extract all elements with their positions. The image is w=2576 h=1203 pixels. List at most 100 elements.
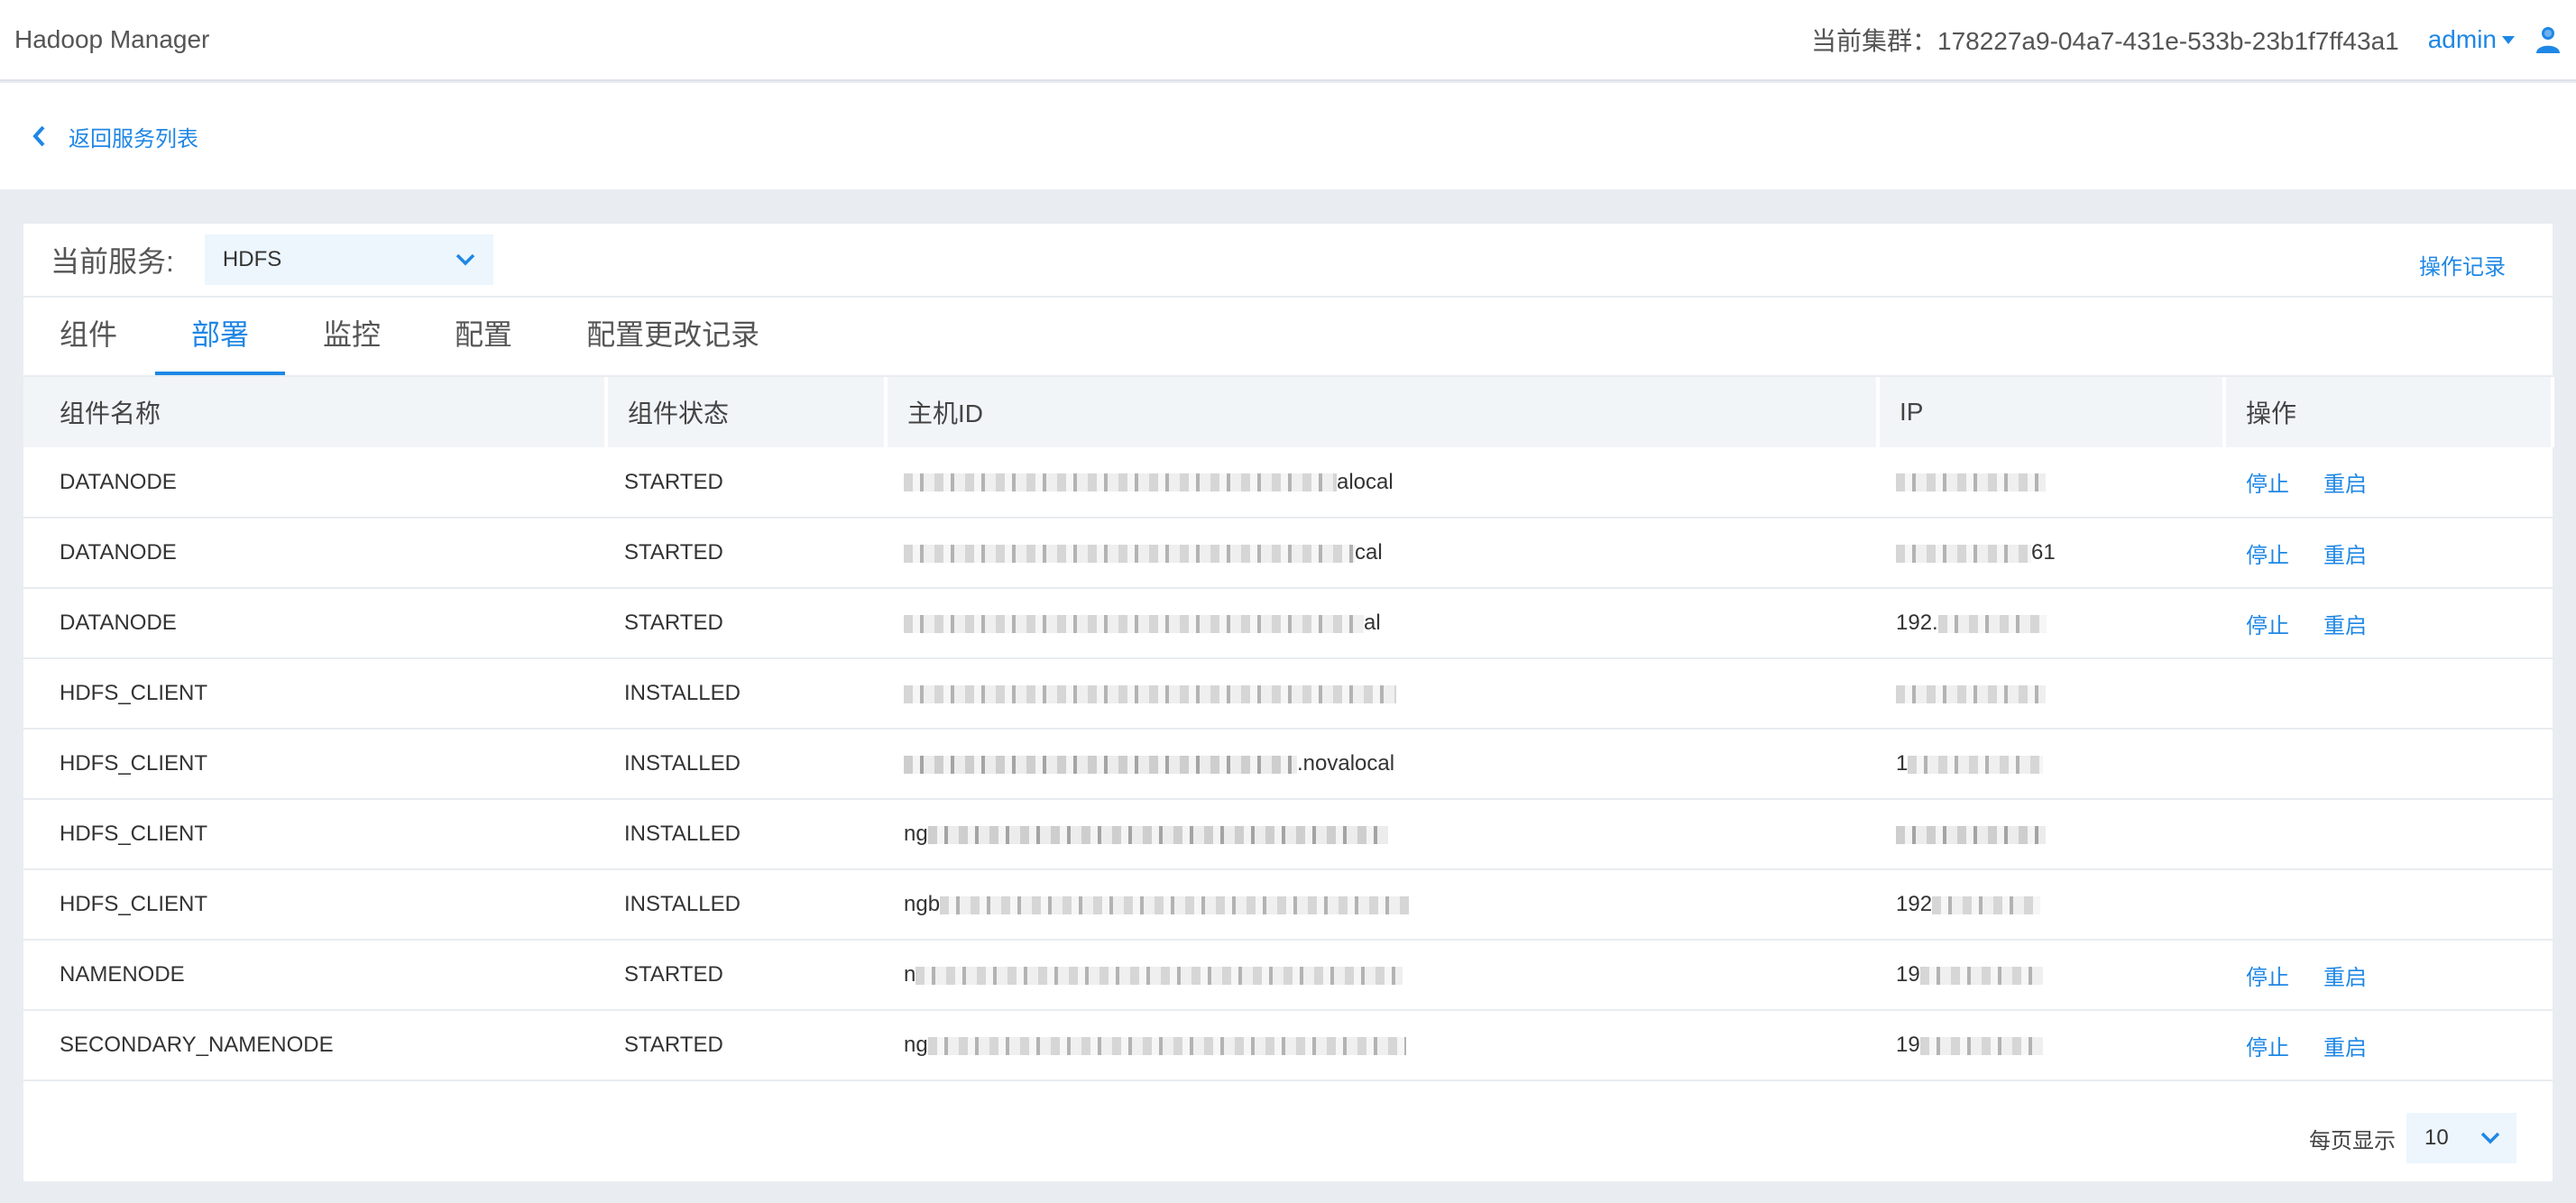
col-header-component-status: 组件状态 <box>606 377 888 447</box>
restart-button[interactable]: 重启 <box>2323 473 2367 497</box>
redacted-ip <box>1919 966 2043 985</box>
redacted-host <box>940 895 1410 914</box>
operation-log-link[interactable]: 操作记录 <box>2419 249 2506 280</box>
redacted-host <box>915 966 1403 985</box>
ip-address <box>1878 658 2224 730</box>
table-row: DATANODE STARTED cal 61 停止 重启 <box>23 518 2553 589</box>
component-status: STARTED <box>606 1010 886 1081</box>
back-label: 返回服务列表 <box>69 126 198 152</box>
host-id: ngb <box>886 869 1878 941</box>
redacted-ip <box>1932 895 2041 914</box>
tab-config-history[interactable]: 配置更改记录 <box>586 312 759 375</box>
component-status: INSTALLED <box>606 729 886 800</box>
col-header-actions: 操作 <box>2224 377 2554 447</box>
tab-config[interactable]: 配置 <box>455 312 512 375</box>
top-bar: Hadoop Manager 当前集群：178227a9-04a7-431e-5… <box>0 0 2576 81</box>
table-row: DATANODE STARTED alocal 停止 重启 <box>23 447 2553 519</box>
redacted-ip <box>1919 1036 2043 1055</box>
host-id <box>886 658 1878 730</box>
row-actions: 停止 重启 <box>2224 588 2553 659</box>
redacted-host <box>904 544 1355 563</box>
page-size-select[interactable]: 10 <box>2406 1113 2516 1163</box>
ip-address: 19 <box>1878 1010 2224 1081</box>
component-status: STARTED <box>606 940 886 1011</box>
table-row: HDFS_CLIENT INSTALLED .novalocal 1 <box>23 729 2553 800</box>
tab-components[interactable]: 组件 <box>60 312 117 375</box>
table-row: HDFS_CLIENT INSTALLED ngb 192 <box>23 869 2553 941</box>
redacted-ip <box>1896 825 2046 844</box>
service-select[interactable]: HDFS <box>204 234 493 285</box>
chevron-left-icon <box>32 125 45 147</box>
component-name: HDFS_CLIENT <box>23 869 606 941</box>
table-row: SECONDARY_NAMENODE STARTED ng 19 停止 重启 <box>23 1010 2553 1081</box>
restart-button[interactable]: 重启 <box>2323 544 2367 568</box>
host-id: ng <box>886 799 1878 870</box>
redacted-host <box>904 614 1364 633</box>
table-row: NAMENODE STARTED n 19 停止 重启 <box>23 940 2553 1011</box>
row-actions: 停止 重启 <box>2224 518 2553 589</box>
row-actions <box>2224 869 2553 941</box>
ip-address: 1 <box>1878 729 2224 800</box>
redacted-host <box>927 1036 1406 1055</box>
component-name: SECONDARY_NAMENODE <box>23 1010 606 1081</box>
redacted-host <box>904 755 1297 774</box>
page-size-label: 每页显示 <box>2309 1128 2396 1153</box>
current-service-label: 当前服务: <box>51 245 174 278</box>
component-name: HDFS_CLIENT <box>23 729 606 800</box>
user-menu[interactable]: admin <box>2428 25 2515 54</box>
deployment-table: 组件名称 组件状态 主机ID IP 操作 DATANODE STARTED al… <box>23 377 2554 1081</box>
pagination: 每页显示 10 <box>2309 1113 2516 1163</box>
app-title: Hadoop Manager <box>14 25 210 53</box>
service-panel: 当前服务: HDFS 操作记录 组件 部署 监控 配置 配置更改记录 组件名称 … <box>23 224 2554 1181</box>
host-id: ng <box>886 1010 1878 1081</box>
table-row: HDFS_CLIENT INSTALLED <box>23 658 2553 730</box>
component-name: DATANODE <box>23 447 606 519</box>
component-name: NAMENODE <box>23 940 606 1011</box>
restart-button[interactable]: 重启 <box>2323 1036 2367 1061</box>
host-id: cal <box>886 518 1878 589</box>
redacted-ip <box>1896 473 2046 492</box>
stop-button[interactable]: 停止 <box>2246 614 2289 638</box>
stop-button[interactable]: 停止 <box>2246 966 2289 990</box>
redacted-ip <box>1896 684 2046 703</box>
component-status: INSTALLED <box>606 658 886 730</box>
ip-address: 19 <box>1878 940 2224 1011</box>
component-status: STARTED <box>606 588 886 659</box>
back-to-services-link[interactable]: 返回服务列表 <box>32 121 198 152</box>
topbar-right: 当前集群：178227a9-04a7-431e-533b-23b1f7ff43a… <box>1811 22 2562 58</box>
restart-button[interactable]: 重启 <box>2323 614 2367 638</box>
ip-address: 61 <box>1878 518 2224 589</box>
row-actions <box>2224 799 2553 870</box>
chevron-down-icon <box>455 253 475 266</box>
caret-down-icon <box>2502 35 2515 44</box>
component-status: INSTALLED <box>606 869 886 941</box>
restart-button[interactable]: 重启 <box>2323 966 2367 990</box>
host-id: alocal <box>886 447 1878 519</box>
service-selector-row: 当前服务: HDFS 操作记录 <box>23 224 2553 298</box>
host-id: al <box>886 588 1878 659</box>
row-actions <box>2224 658 2553 730</box>
back-bar: 返回服务列表 <box>0 83 2576 189</box>
redacted-ip <box>1896 544 2031 563</box>
tab-deployment[interactable]: 部署 <box>155 312 286 375</box>
user-name: admin <box>2427 25 2497 53</box>
col-header-ip: IP <box>1878 377 2226 447</box>
redacted-host <box>904 684 1396 703</box>
redacted-host <box>904 473 1337 492</box>
component-status: INSTALLED <box>606 799 886 870</box>
component-name: DATANODE <box>23 518 606 589</box>
component-name: DATANODE <box>23 588 606 659</box>
stop-button[interactable]: 停止 <box>2246 473 2289 497</box>
host-id: n <box>886 940 1878 1011</box>
service-select-value: HDFS <box>222 247 282 271</box>
component-name: HDFS_CLIENT <box>23 799 606 870</box>
user-icon[interactable] <box>2535 25 2562 54</box>
ip-address: 192. <box>1878 588 2224 659</box>
current-cluster: 当前集群：178227a9-04a7-431e-533b-23b1f7ff43a… <box>1811 27 2399 55</box>
page-size-value: 10 <box>2424 1125 2449 1150</box>
table-row: HDFS_CLIENT INSTALLED ng <box>23 799 2553 870</box>
col-header-component-name: 组件名称 <box>23 377 608 447</box>
tab-monitoring[interactable]: 监控 <box>323 312 381 375</box>
stop-button[interactable]: 停止 <box>2246 1036 2289 1061</box>
stop-button[interactable]: 停止 <box>2246 544 2289 568</box>
